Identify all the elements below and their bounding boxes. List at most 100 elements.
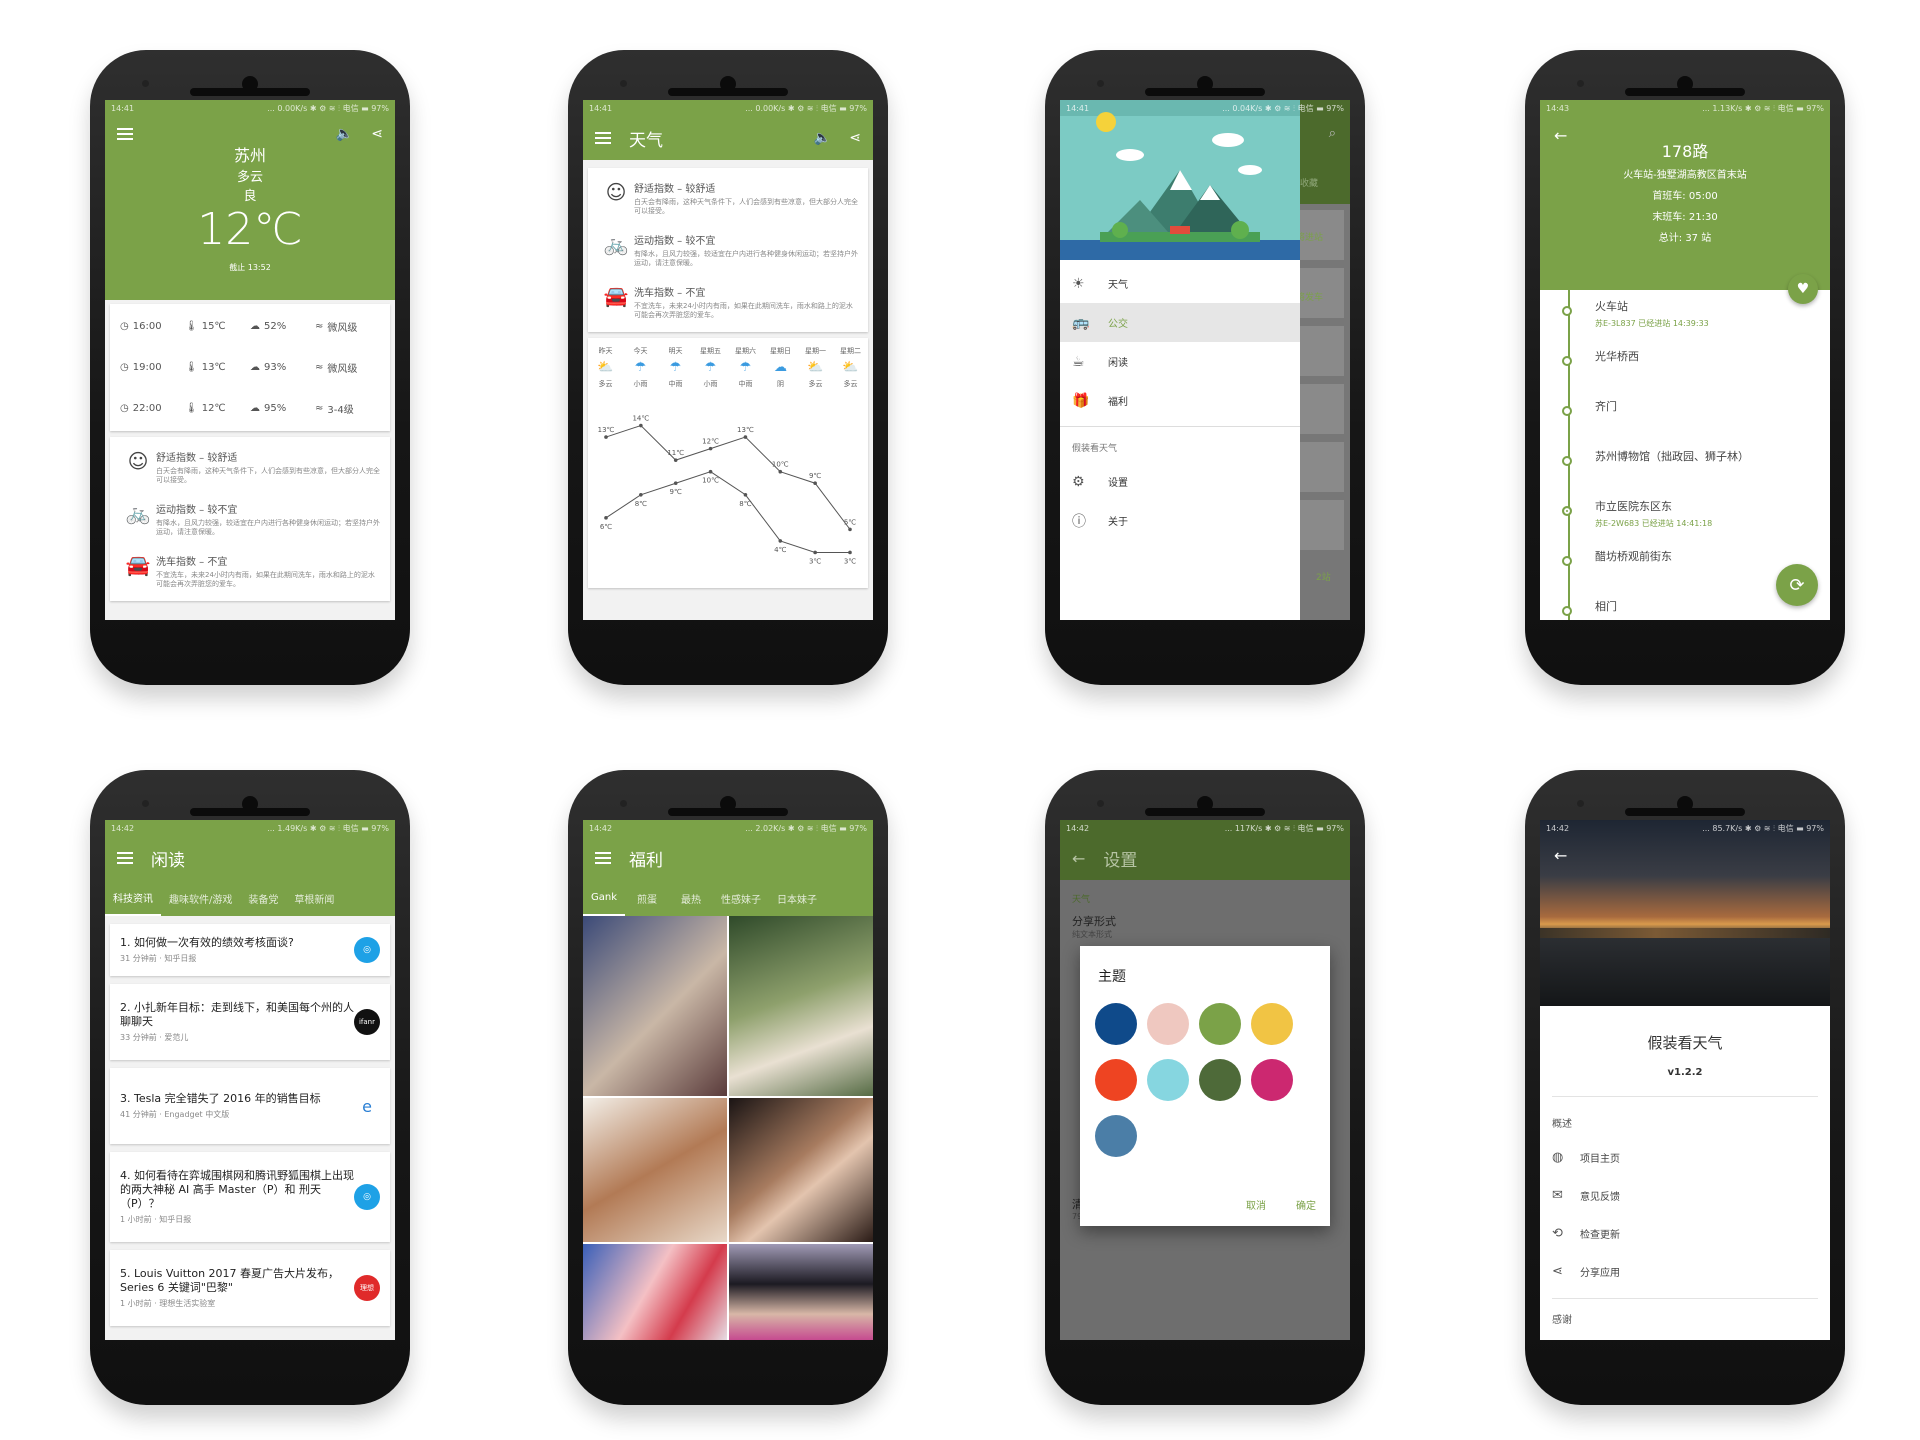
news-item[interactable]: 5. Louis Vuitton 2017 春夏广告大片发布，Series 6 … (110, 1250, 390, 1326)
about-item-check-update[interactable]: ⟲ 检查更新 (1540, 1214, 1830, 1252)
bus-stop[interactable]: 光华桥西 (1540, 348, 1830, 398)
drawer-item-bus[interactable]: 🚌 公交 (1060, 303, 1300, 342)
tab-gank[interactable]: Gank (583, 880, 626, 916)
bus-stop[interactable]: 火车站 苏E-3L837 已经进站 14:39:33 (1540, 298, 1830, 348)
bus-stop[interactable]: 苏州博物馆（拙政园、狮子林） (1540, 448, 1830, 498)
tab-jiandan[interactable]: 煎蛋 (625, 880, 669, 916)
cancel-button[interactable]: 取消 (1246, 1197, 1266, 1212)
toolbar-title: 福利 (629, 850, 663, 871)
route-direction: 火车站-独墅湖高教区首末站 (1623, 170, 1747, 181)
clock-icon: ◷ (120, 362, 129, 373)
tab-hottest[interactable]: 最热 (669, 880, 713, 916)
setting-share-format[interactable]: 分享形式 纯文本形式 (1060, 909, 1350, 944)
forecast-day: 星期二 ⛅ 多云 (833, 346, 868, 389)
volume-icon[interactable]: 🔈 (336, 126, 353, 142)
tab-grassroots[interactable]: 草根新闻 (286, 880, 342, 916)
temperature-point (604, 516, 608, 520)
temperature-point (673, 458, 678, 462)
tab-fun-apps[interactable]: 趣味软件/游戏 (161, 880, 240, 916)
drawer-item-reading[interactable]: ☕ 闲读 (1060, 342, 1300, 381)
photo-tile[interactable] (583, 916, 727, 1096)
phone-weather-detail: 14:41... 0.00K/s ✱ ⚙ ≋ ⫶ 电信 ▬ 97% 天气 🔈 ⋖… (568, 50, 888, 685)
ok-button[interactable]: 确定 (1296, 1197, 1316, 1212)
news-item[interactable]: 3. Tesla 完全错失了 2016 年的销售目标 41 分钟前 · Engad… (110, 1068, 390, 1144)
drawer-item-weather[interactable]: ☀ 天气 (1060, 264, 1300, 303)
route-name: 178路 (1661, 142, 1709, 161)
theme-swatch-steel-blue[interactable] (1095, 1115, 1137, 1157)
temperature-label: 12℃ (702, 438, 719, 446)
photo-tile[interactable] (583, 1098, 727, 1242)
suggestion-item: ☺ 舒适指数 – 较舒适 白天会有降雨，这种天气条件下，人们会感到有些凉意，但大部分… (110, 441, 390, 493)
tab-tech-news[interactable]: 科技资讯 (105, 880, 161, 916)
news-item[interactable]: 4. 如何看待在弈城围棋网和腾讯野狐围棋上出现的两大神秘 AI 高手 Maste… (110, 1152, 390, 1242)
about-item-feedback[interactable]: ✉ 意见反馈 (1540, 1176, 1830, 1214)
tab-sexy[interactable]: 性感妹子 (713, 880, 769, 916)
news-item[interactable]: 1. 如何做一次有效的绩效考核面谈? 31 分钟前 · 知乎日报 ◎ (110, 924, 390, 976)
car-icon: 🚘 (125, 553, 151, 577)
about-item-share[interactable]: ⋖ 分享应用 (1540, 1252, 1830, 1290)
temperature-point (639, 423, 643, 428)
screen-weather-detail: 14:41... 0.00K/s ✱ ⚙ ≋ ⫶ 电信 ▬ 97% 天气 🔈 ⋖… (583, 100, 873, 620)
bike-icon: 🚲 (125, 501, 151, 525)
theme-swatch-magenta[interactable] (1251, 1059, 1293, 1101)
menu-icon[interactable] (595, 132, 611, 144)
menu-icon[interactable] (117, 852, 133, 864)
dialog-title: 主题 (1098, 969, 1126, 985)
rain-icon: ☂ (739, 360, 752, 375)
bus-stop[interactable]: 齐门 (1540, 398, 1830, 448)
thermometer-icon: 🌡 (185, 403, 198, 414)
theme-swatch-green[interactable] (1199, 1003, 1241, 1045)
screen-bus-route: 14:43... 1.13K/s ✱ ⚙ ≋ ⫶ 电信 ▬ 97% ← 178路… (1540, 100, 1830, 620)
back-arrow-icon[interactable]: ← (1554, 846, 1567, 865)
forecast-day: 星期一 ⛅ 多云 (798, 346, 833, 389)
share-icon[interactable]: ⋖ (371, 126, 383, 142)
theme-swatch-yellow[interactable] (1251, 1003, 1293, 1045)
theme-swatch-pink[interactable] (1147, 1003, 1189, 1045)
humidity-icon: ☁ (250, 362, 260, 373)
bus-stop[interactable]: 市立医院东区东 苏E-2W683 已经进站 14:41:18 (1540, 498, 1830, 548)
theme-swatch-cyan[interactable] (1147, 1059, 1189, 1101)
theme-swatch-red[interactable] (1095, 1059, 1137, 1101)
photo-tile[interactable] (729, 916, 873, 1096)
about-section-title: 感谢 (1552, 1315, 1572, 1326)
share-icon: ⋖ (1552, 1263, 1563, 1279)
refresh-button[interactable]: ⟳ (1776, 564, 1818, 606)
photo-grid (583, 916, 873, 1340)
back-arrow-icon[interactable]: ← (1072, 849, 1085, 868)
temperature-label: 9℃ (670, 488, 682, 496)
menu-icon[interactable] (595, 852, 611, 864)
photo-tile[interactable] (583, 1244, 727, 1340)
temperature-point (743, 435, 748, 439)
rain-icon: ☂ (634, 360, 647, 375)
photo-tile[interactable] (729, 1244, 873, 1340)
rain-icon: ☂ (669, 360, 682, 375)
drawer-item-settings[interactable]: ⚙ 设置 (1060, 462, 1300, 501)
forecast-day: 星期日 ☁ 阴 (763, 346, 798, 389)
stop-dot (1562, 606, 1572, 616)
drawer-section-title: 假装看天气 (1072, 444, 1118, 454)
phone-about: 14:42... 85.7K/s ✱ ⚙ ≋ ⫶ 电信 ▬ 97% ← 假装看天… (1525, 770, 1845, 1405)
bus-icon: 🚌 (1072, 314, 1090, 331)
tab-gear[interactable]: 装备党 (240, 880, 286, 916)
theme-swatch-navy[interactable] (1095, 1003, 1137, 1045)
temperature-point (673, 481, 678, 486)
source-logo-ifanr: ifanr (354, 1009, 380, 1035)
news-item[interactable]: 2. 小扎新年目标：走到线下，和美国每个州的人聊聊天 33 分钟前 · 爱范儿 if… (110, 984, 390, 1060)
volume-icon[interactable]: 🔈 (814, 130, 831, 146)
menu-icon[interactable] (117, 128, 133, 140)
temperature-point (604, 435, 608, 439)
sun-icon: ☀ (1072, 275, 1085, 292)
tab-japan[interactable]: 日本妹子 (769, 880, 825, 916)
theme-swatch-dark-green[interactable] (1199, 1059, 1241, 1101)
share-icon[interactable]: ⋖ (849, 130, 861, 146)
photo-tile[interactable] (729, 1098, 873, 1242)
drawer-item-about[interactable]: ⓘ 关于 (1060, 501, 1300, 540)
drawer-item-welfare[interactable]: 🎁 福利 (1060, 381, 1300, 420)
forecast-day: 今天 ☂ 小雨 (623, 346, 658, 389)
about-item-homepage[interactable]: ◍ 项目主页 (1540, 1138, 1830, 1176)
drawer-header (1060, 100, 1300, 260)
status-bar: 14:41... 0.04K/s ✱ ⚙ ≋ ⫶ 电信 ▬ 97% (1066, 103, 1344, 113)
about-header-image: 14:42... 85.7K/s ✱ ⚙ ≋ ⫶ 电信 ▬ 97% ← (1540, 820, 1830, 1006)
back-arrow-icon[interactable]: ← (1554, 126, 1567, 145)
temperature-label: 5℃ (844, 518, 856, 526)
